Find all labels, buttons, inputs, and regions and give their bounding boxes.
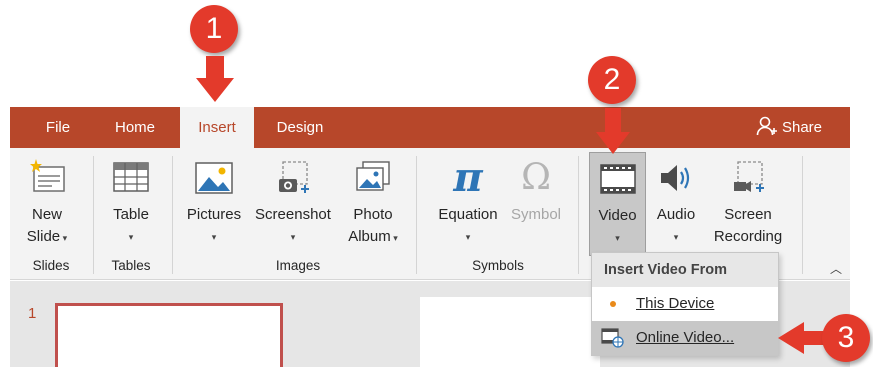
powerpoint-window: File Home Insert Design Share New Slide … xyxy=(0,0,873,367)
group-separator xyxy=(578,156,579,274)
menu-item-online-video[interactable]: Online Video... xyxy=(592,321,778,355)
chevron-down-icon: ▾ xyxy=(290,232,296,242)
table-icon xyxy=(113,162,149,192)
screen-recording-button[interactable]: Screen Recording xyxy=(704,152,792,256)
callout-badge-3: 3 xyxy=(822,314,870,362)
chevron-down-icon: ▾ xyxy=(673,232,679,242)
chevron-down-icon: ▾ xyxy=(390,233,398,243)
photo-album-label-line2: Album ▾ xyxy=(348,228,398,245)
online-video-icon xyxy=(600,327,626,349)
screen-recording-icon xyxy=(734,161,764,192)
tab-home[interactable]: Home xyxy=(102,107,168,148)
chevron-down-icon: ▾ xyxy=(615,233,620,243)
dot-icon xyxy=(600,293,626,315)
table-button[interactable]: Table ▾ xyxy=(102,152,160,256)
menu-item-label: This Device xyxy=(636,295,715,312)
screen-recording-label-line2: Recording xyxy=(713,228,783,245)
screenshot-label: Screenshot xyxy=(255,206,331,223)
screen-recording-label-line1: Screen xyxy=(724,206,772,223)
group-separator xyxy=(802,156,803,274)
slide-canvas[interactable] xyxy=(420,297,600,367)
video-button[interactable]: Video ▾ xyxy=(589,152,646,256)
group-separator xyxy=(172,156,173,274)
share-button[interactable]: Share xyxy=(756,107,822,148)
video-film-icon xyxy=(599,164,636,194)
photo-album-label-line1: Photo xyxy=(353,206,393,223)
screenshot-icon xyxy=(279,161,309,193)
group-separator xyxy=(93,156,94,274)
slide-thumbnail[interactable] xyxy=(55,303,283,367)
chevron-down-icon: ▾ xyxy=(465,232,471,242)
group-label-images: Images xyxy=(275,258,321,273)
callout-badge-2: 2 xyxy=(588,56,636,104)
ribbon-tab-bar: File Home Insert Design Share xyxy=(10,107,850,148)
menu-item-label: Online Video... xyxy=(636,329,735,346)
tab-file[interactable]: File xyxy=(28,107,88,148)
menu-header: Insert Video From xyxy=(592,253,778,287)
equation-label: Equation xyxy=(438,206,498,223)
chevron-down-icon: ▾ xyxy=(211,232,217,242)
equation-button[interactable]: π Equation ▾ xyxy=(430,152,506,256)
tab-insert[interactable]: Insert xyxy=(180,107,254,148)
pictures-label: Pictures xyxy=(186,206,242,223)
new-slide-icon xyxy=(30,159,65,192)
pictures-icon xyxy=(195,162,233,194)
table-label: Table xyxy=(113,206,149,223)
pictures-button[interactable]: Pictures ▾ xyxy=(182,152,246,256)
share-label: Share xyxy=(781,119,822,136)
chevron-down-icon: ▾ xyxy=(128,232,134,242)
photo-album-button[interactable]: Photo Album ▾ xyxy=(340,152,406,256)
slide-thumbnail-pane: 1 xyxy=(10,281,300,367)
collapse-ribbon-icon[interactable]: ︿ xyxy=(830,260,842,277)
slide-number: 1 xyxy=(28,305,37,322)
screenshot-button[interactable]: Screenshot ▾ xyxy=(250,152,336,256)
photo-album-icon xyxy=(356,161,390,191)
new-slide-button[interactable]: New Slide ▾ xyxy=(16,152,78,256)
callout-badge-1: 1 xyxy=(190,5,238,53)
new-slide-label-line1: New xyxy=(31,206,62,223)
speaker-icon xyxy=(661,165,690,191)
callout-arrow-down-icon xyxy=(596,108,630,154)
group-label-slides: Slides xyxy=(32,258,70,273)
pi-icon: π xyxy=(453,154,483,201)
group-label-tables: Tables xyxy=(111,258,151,273)
omega-icon: Ω xyxy=(521,157,551,198)
group-label-symbols: Symbols xyxy=(472,258,524,273)
symbol-label: Symbol xyxy=(510,206,562,223)
symbol-button[interactable]: Ω Symbol xyxy=(506,152,566,256)
callout-arrow-down-icon xyxy=(196,56,234,102)
video-label: Video xyxy=(598,207,637,224)
menu-item-this-device[interactable]: This Device xyxy=(592,287,778,321)
tab-design[interactable]: Design xyxy=(264,107,336,148)
new-slide-label-line2: Slide ▾ xyxy=(26,228,68,245)
audio-button[interactable]: Audio ▾ xyxy=(650,152,702,256)
chevron-down-icon: ▾ xyxy=(60,233,68,243)
share-person-icon xyxy=(756,116,777,136)
group-separator xyxy=(416,156,417,274)
audio-label: Audio xyxy=(656,206,696,223)
insert-video-dropdown: Insert Video From This Device Online Vid… xyxy=(591,252,779,356)
